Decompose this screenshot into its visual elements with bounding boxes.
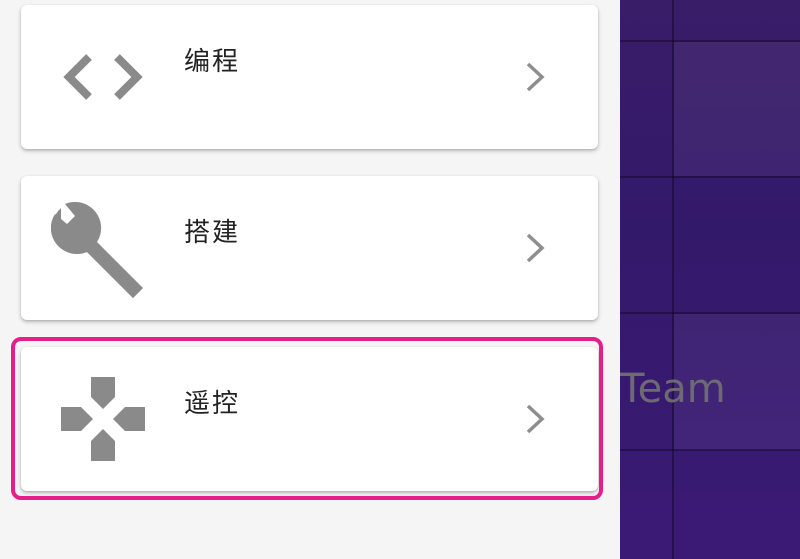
code-brackets-icon [61, 35, 145, 119]
chevron-right-icon [523, 401, 549, 437]
menu-item-label: 编程 [184, 47, 241, 77]
background-team-text: Team [620, 366, 726, 412]
chevron-right-icon [523, 230, 549, 266]
menu-item-label: 遥控 [184, 389, 241, 419]
gamepad-dpad-icon [61, 377, 145, 461]
grid-line [672, 0, 674, 559]
background-panel [620, 0, 800, 559]
wrench-icon [51, 200, 151, 300]
grid-line [620, 449, 800, 451]
menu-item-build[interactable]: 搭建 [21, 176, 598, 320]
grid-line [620, 176, 800, 178]
menu-item-label: 搭建 [184, 218, 241, 248]
menu-item-programming[interactable]: 编程 [21, 5, 598, 149]
grid-line [620, 312, 800, 314]
menu-item-remote-control[interactable]: 遥控 [21, 347, 598, 491]
background-tile [674, 42, 800, 176]
navigation-drawer: 编程 搭建 遥控 [0, 0, 620, 559]
grid-line [620, 40, 800, 42]
chevron-right-icon [523, 59, 549, 95]
